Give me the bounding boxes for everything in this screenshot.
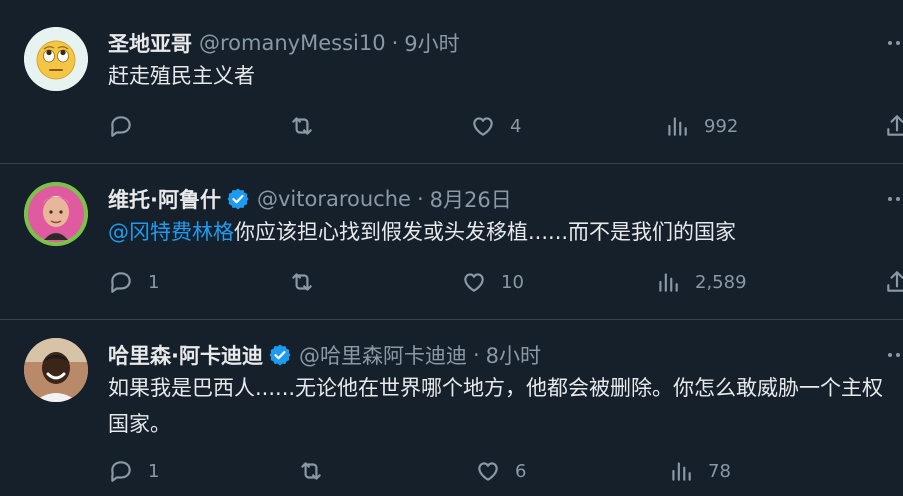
separator-dot: · bbox=[391, 31, 399, 55]
tweet-header: 维托·阿鲁什 @vitorarouche · 8月26日 bbox=[108, 184, 512, 214]
tweet-text: @冈特费林格你应该担心找到假发或头发移植......而不是我们的国家 bbox=[108, 214, 898, 250]
like-icon bbox=[478, 462, 498, 481]
share-button[interactable] bbox=[884, 113, 903, 139]
reply-button[interactable] bbox=[108, 113, 148, 139]
views-button[interactable]: 992 bbox=[664, 113, 738, 139]
like-count: 6 bbox=[515, 460, 527, 482]
separator-dot: · bbox=[472, 343, 480, 367]
views-button[interactable]: 2,589 bbox=[655, 269, 747, 295]
retweet-button[interactable] bbox=[289, 113, 315, 139]
verified-icon[interactable] bbox=[226, 187, 250, 211]
avatar-vitor[interactable] bbox=[24, 182, 88, 246]
reply-count: 1 bbox=[148, 271, 160, 293]
tweet-3[interactable]: 哈里森·阿卡迪迪 @哈里森阿卡迪迪 · 8小时 如果我是巴西人......无论他… bbox=[0, 320, 903, 496]
verified-icon[interactable] bbox=[268, 343, 292, 367]
tweet-timestamp[interactable]: 9小时 bbox=[404, 28, 459, 58]
more-icon[interactable] bbox=[888, 353, 903, 357]
tweet-text-content: 赶走殖民主义者 bbox=[108, 64, 255, 88]
author-handle[interactable]: @romanyMessi10 bbox=[199, 31, 386, 55]
reply-count: 1 bbox=[148, 460, 160, 482]
retweet-icon bbox=[292, 117, 312, 135]
mention-link[interactable]: @冈特费林格 bbox=[108, 220, 234, 244]
tweet-header: 圣地亚哥 @romanyMessi10 · 9小时 bbox=[108, 28, 460, 58]
tweet-actions: 1 6 78 bbox=[0, 458, 903, 488]
views-icon bbox=[668, 117, 687, 136]
retweet-button[interactable] bbox=[298, 458, 324, 484]
portrait-icon bbox=[24, 338, 88, 402]
tweet-actions: 4 992 bbox=[0, 113, 903, 143]
retweet-button[interactable] bbox=[289, 269, 315, 295]
like-button[interactable]: 6 bbox=[475, 458, 526, 484]
like-icon bbox=[473, 117, 493, 136]
views-button[interactable]: 78 bbox=[668, 458, 731, 484]
tweet-text-content: 如果我是巴西人......无论他在世界哪个地方，他都会被删除。你怎么敢威胁一个主… bbox=[108, 376, 884, 436]
tweet-2[interactable]: 维托·阿鲁什 @vitorarouche · 8月26日 @冈特费林格你应该担心… bbox=[0, 164, 903, 319]
reply-button[interactable]: 1 bbox=[108, 458, 159, 484]
like-count: 10 bbox=[501, 271, 524, 293]
share-button[interactable] bbox=[884, 269, 903, 295]
author-name[interactable]: 哈里森·阿卡迪迪 bbox=[108, 340, 263, 370]
like-button[interactable]: 4 bbox=[470, 113, 521, 139]
author-handle[interactable]: @vitorarouche bbox=[257, 187, 411, 211]
author-handle[interactable]: @哈里森阿卡迪迪 bbox=[299, 340, 467, 370]
tweet-timestamp[interactable]: 8月26日 bbox=[430, 184, 512, 214]
views-count: 2,589 bbox=[695, 271, 747, 293]
share-icon bbox=[887, 271, 903, 292]
retweet-icon bbox=[292, 273, 312, 291]
separator-dot: · bbox=[416, 187, 424, 211]
share-icon bbox=[887, 115, 903, 136]
tweet-timestamp[interactable]: 8小时 bbox=[486, 340, 541, 370]
eye-roll-emoji-icon bbox=[24, 27, 88, 91]
tweet-text: 如果我是巴西人......无论他在世界哪个地方，他都会被删除。你怎么敢威胁一个主… bbox=[108, 370, 898, 442]
more-icon[interactable] bbox=[888, 41, 903, 45]
views-icon bbox=[672, 462, 691, 481]
author-name[interactable]: 圣地亚哥 bbox=[108, 28, 192, 58]
like-icon bbox=[464, 273, 484, 292]
more-icon[interactable] bbox=[888, 197, 903, 201]
portrait-icon bbox=[24, 182, 88, 246]
tweet-1[interactable]: 圣地亚哥 @romanyMessi10 · 9小时 赶走殖民主义者 4 992 bbox=[0, 0, 903, 163]
tweet-header: 哈里森·阿卡迪迪 @哈里森阿卡迪迪 · 8小时 bbox=[108, 340, 541, 370]
tweet-actions: 1 10 2,589 bbox=[0, 269, 903, 299]
views-count: 78 bbox=[708, 460, 731, 482]
like-count: 4 bbox=[510, 115, 522, 137]
views-icon bbox=[659, 273, 678, 292]
reply-button[interactable]: 1 bbox=[108, 269, 159, 295]
reply-icon bbox=[111, 116, 131, 137]
reply-icon bbox=[111, 272, 131, 293]
avatar-eye-roll-emoji[interactable] bbox=[24, 27, 88, 91]
author-name[interactable]: 维托·阿鲁什 bbox=[108, 184, 221, 214]
reply-icon bbox=[111, 461, 131, 482]
like-button[interactable]: 10 bbox=[461, 269, 524, 295]
retweet-icon bbox=[301, 462, 321, 480]
views-count: 992 bbox=[704, 115, 739, 137]
tweet-text: 赶走殖民主义者 bbox=[108, 58, 898, 94]
tweet-text-content: 你应该担心找到假发或头发移植......而不是我们的国家 bbox=[234, 220, 737, 244]
avatar-harrison[interactable] bbox=[24, 338, 88, 402]
